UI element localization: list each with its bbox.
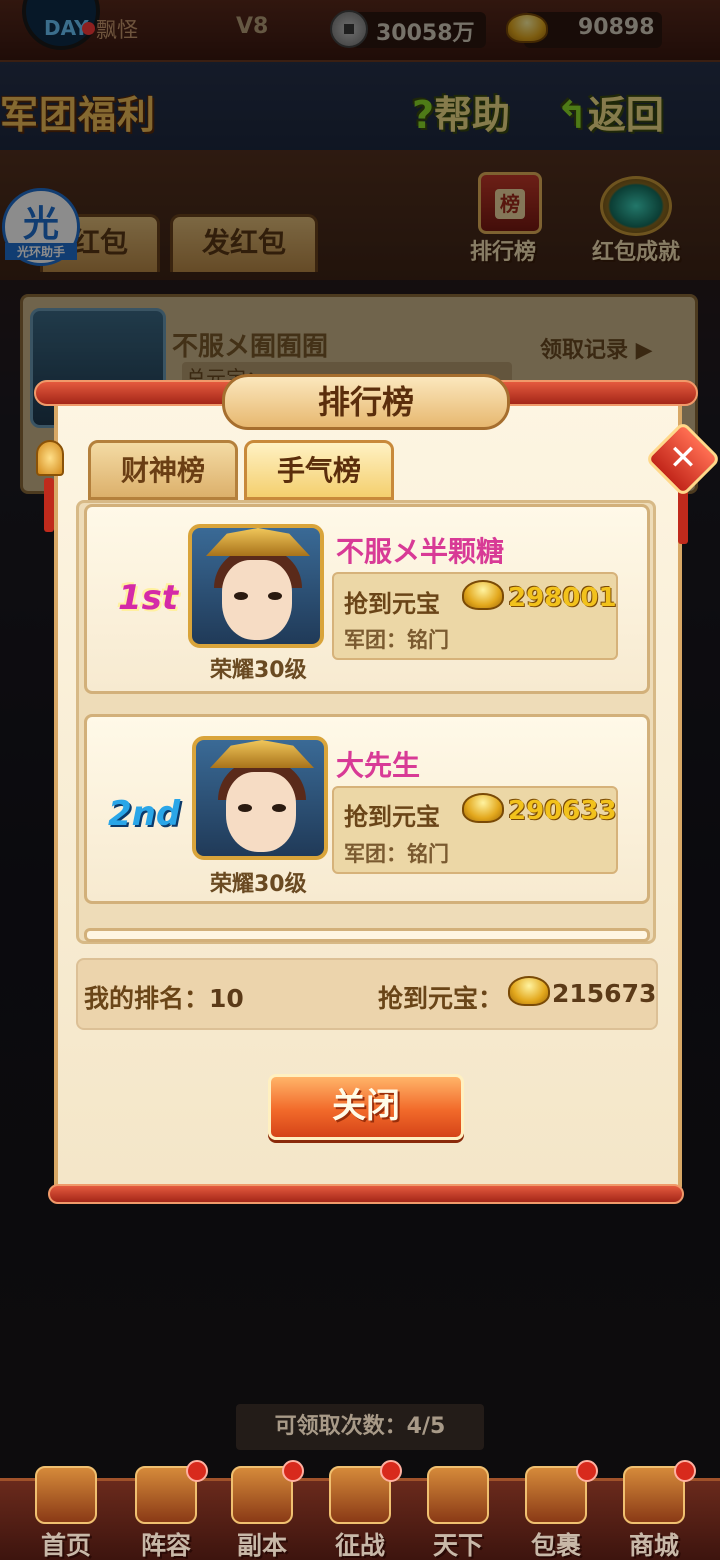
nav-home[interactable]: 首页 <box>18 1460 114 1560</box>
tab-wealth-rank[interactable]: 财神榜 <box>88 440 238 500</box>
notification-dot <box>186 1460 208 1482</box>
world-scroll-icon <box>427 1466 489 1524</box>
nav-shop[interactable]: 商城 <box>606 1460 702 1560</box>
nav-lineup[interactable]: 阵容 <box>118 1460 214 1560</box>
hero-level-2: 荣耀30级 <box>210 872 307 897</box>
my-rank-label: 我的排名： <box>84 984 210 1013</box>
notification-dot <box>674 1460 696 1482</box>
guild-2: 军团：铭门 <box>344 838 449 868</box>
nav-home-label: 首页 <box>40 1531 91 1560</box>
nav-bag[interactable]: 包裹 <box>508 1460 604 1560</box>
scroll-rod-bottom <box>48 1184 684 1204</box>
my-grab-label: 抢到元宝： <box>378 984 504 1013</box>
nav-world[interactable]: 天下 <box>410 1460 506 1560</box>
ranking-row-3-partial <box>84 928 650 942</box>
close-button[interactable]: 关闭 <box>268 1074 464 1140</box>
modal-title-plate: 排行榜 <box>222 374 510 430</box>
grab-label-2: 抢到元宝 <box>344 803 440 831</box>
guild-label-1: 军团： <box>344 628 407 652</box>
claim-counter: 可领取次数：4/5 <box>236 1404 484 1450</box>
guild-name-2: 铭门 <box>407 842 449 866</box>
nav-campaign-label: 征战 <box>334 1531 385 1560</box>
grab-amount-2: 290633 <box>508 796 617 826</box>
nav-lineup-label: 阵容 <box>140 1531 191 1560</box>
my-grab-amount: 215673 <box>552 979 657 1008</box>
my-rank-value: 10 <box>209 984 244 1013</box>
guild-name-1: 铭门 <box>407 628 449 652</box>
notification-dot <box>576 1460 598 1482</box>
notification-dot <box>380 1460 402 1482</box>
home-icon <box>35 1466 97 1524</box>
nav-dungeon-label: 副本 <box>236 1531 287 1560</box>
nav-dungeon[interactable]: 副本 <box>214 1460 310 1560</box>
nav-shop-label: 商城 <box>628 1531 679 1560</box>
bell-icon <box>36 440 64 476</box>
gold-ingot-icon <box>462 580 504 610</box>
player-name-2: 大先生 <box>336 749 421 782</box>
grab-amount-1: 298001 <box>508 583 617 613</box>
rank-label-1: 1st <box>118 578 179 618</box>
gold-ingot-icon <box>508 976 550 1006</box>
guild-1: 军团：铭门 <box>344 624 449 654</box>
hero-avatar-1[interactable] <box>188 524 324 648</box>
nav-campaign[interactable]: 征战 <box>312 1460 408 1560</box>
hero-avatar-2[interactable] <box>192 736 328 860</box>
gold-ingot-icon <box>462 793 504 823</box>
nav-world-label: 天下 <box>432 1531 483 1560</box>
tab-luck-rank[interactable]: 手气榜 <box>244 440 394 500</box>
hero-level-1: 荣耀30级 <box>210 658 307 683</box>
nav-bag-label: 包裹 <box>530 1531 581 1560</box>
rank-label-2: 2nd <box>108 794 181 834</box>
modal-title: 排行榜 <box>317 383 414 421</box>
claim-counter-text: 可领取次数：4/5 <box>274 1414 446 1439</box>
tassel-left <box>44 478 54 532</box>
close-button-label: 关闭 <box>332 1086 400 1126</box>
notification-dot <box>282 1460 304 1482</box>
player-name-1: 不服メ半颗糖 <box>336 535 505 568</box>
my-rank: 我的排名：10 <box>84 979 244 1015</box>
tassel-right <box>678 490 688 544</box>
guild-label-2: 军团： <box>344 842 407 866</box>
grab-label-1: 抢到元宝 <box>344 590 440 618</box>
